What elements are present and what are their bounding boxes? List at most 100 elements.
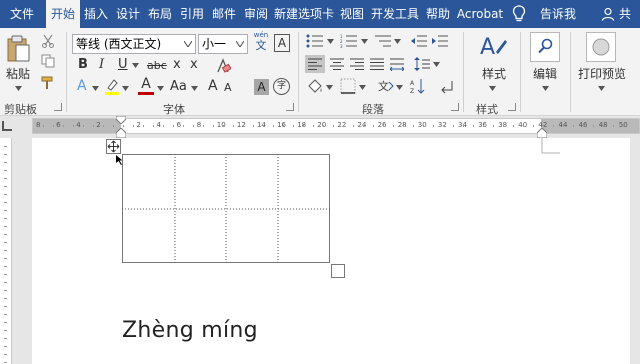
ruler-tick <box>563 125 564 127</box>
chevron-down-icon[interactable] <box>326 85 333 90</box>
character-shading-button[interactable]: A <box>254 79 269 95</box>
align-right-icon[interactable] <box>350 57 364 71</box>
cut-icon[interactable] <box>41 34 55 48</box>
tab-review[interactable]: 审阅 <box>240 0 272 28</box>
styles-button[interactable]: 样式 <box>482 66 506 82</box>
change-case-button[interactable]: Aa <box>170 79 187 95</box>
tab-selector[interactable] <box>2 121 12 131</box>
ruler-tick <box>4 354 7 355</box>
tab-insert[interactable]: 插入 <box>80 0 112 28</box>
tab-help[interactable]: 帮助 <box>422 0 454 28</box>
tab-file[interactable]: 文件 <box>2 0 42 28</box>
bold-button[interactable]: B <box>78 57 88 73</box>
justify-icon[interactable] <box>370 57 384 71</box>
tab-acrobat[interactable]: Acrobat <box>454 0 506 28</box>
document-text[interactable]: Zhèng míng <box>122 318 258 343</box>
styles-launcher[interactable] <box>508 103 516 111</box>
tab-home[interactable]: 开始 <box>46 0 80 28</box>
chevron-down-icon[interactable] <box>433 62 440 67</box>
underline-button[interactable]: U <box>118 57 128 73</box>
tab-new-tab[interactable]: 新建选项卡 <box>272 0 336 28</box>
ruler-number: 14 <box>257 121 266 129</box>
chevron-down-icon[interactable] <box>122 86 129 91</box>
numbering-icon[interactable]: 123 <box>340 34 358 48</box>
multilevel-list-icon[interactable] <box>374 34 392 48</box>
chevron-down-icon[interactable] <box>327 39 334 44</box>
clear-formatting-icon[interactable] <box>215 58 231 74</box>
share-button[interactable]: 共享 <box>619 0 640 49</box>
tab-references[interactable]: 引用 <box>176 0 208 28</box>
font-size-select[interactable]: 小一 <box>198 34 248 54</box>
chinese-layout-icon[interactable]: 文 <box>378 78 394 94</box>
tell-me-search[interactable]: 告诉我 <box>540 0 576 28</box>
table-resize-handle[interactable] <box>331 264 345 278</box>
vertical-ruler[interactable] <box>0 138 12 364</box>
decrease-indent-icon[interactable] <box>410 34 428 48</box>
paragraph-launcher[interactable] <box>451 103 459 111</box>
lightbulb-icon[interactable] <box>512 5 526 23</box>
ruler-tick <box>473 125 474 127</box>
line-spacing-icon[interactable] <box>414 57 430 71</box>
chevron-down-icon[interactable] <box>598 86 605 91</box>
document-table[interactable] <box>122 154 330 263</box>
paste-button[interactable]: 粘贴 <box>6 66 30 82</box>
ruler-number: 18 <box>297 121 307 129</box>
chevron-down-icon[interactable] <box>191 86 198 91</box>
first-line-indent-marker[interactable] <box>116 116 126 124</box>
character-border-button[interactable]: A <box>274 34 290 52</box>
styles-icon[interactable]: A <box>479 32 507 60</box>
table-move-handle-icon[interactable] <box>106 139 121 154</box>
distributed-icon[interactable] <box>390 57 404 71</box>
clipboard-launcher[interactable] <box>54 103 62 111</box>
chevron-down-icon[interactable] <box>394 39 401 44</box>
chevron-down-icon[interactable] <box>92 86 99 91</box>
hanging-indent-marker[interactable] <box>116 128 126 138</box>
highlight-icon[interactable] <box>104 78 120 96</box>
chevron-down-icon[interactable] <box>396 85 403 90</box>
shading-icon[interactable] <box>307 78 323 94</box>
ruler-tick <box>403 125 404 127</box>
chevron-down-icon[interactable] <box>359 85 366 90</box>
bullets-icon[interactable] <box>306 34 324 48</box>
subscript-button[interactable]: x <box>173 57 181 73</box>
tab-developer[interactable]: 开发工具 <box>368 0 422 28</box>
chevron-down-icon[interactable] <box>157 86 164 91</box>
ruler-tick <box>273 125 274 127</box>
font-color-button[interactable]: A <box>138 77 154 95</box>
svg-text:文: 文 <box>378 79 389 93</box>
enclose-characters-button[interactable]: 字 <box>273 78 290 95</box>
chevron-down-icon[interactable] <box>489 86 496 91</box>
italic-button[interactable]: I <box>99 57 104 73</box>
tab-design[interactable]: 设计 <box>112 0 144 28</box>
ruler-number: 2 <box>96 121 101 129</box>
ruler-tick <box>413 125 414 127</box>
strikethrough-button[interactable]: abc <box>147 58 167 74</box>
text-effects-button[interactable]: A <box>77 78 87 94</box>
sort-icon[interactable]: AZ <box>410 78 426 94</box>
grow-font-button[interactable]: A <box>208 78 218 94</box>
shrink-font-button[interactable]: A <box>224 80 232 96</box>
paste-icon[interactable] <box>6 34 32 64</box>
chevron-down-icon[interactable] <box>361 39 368 44</box>
phonetic-guide-button[interactable]: wén 文 <box>253 31 269 53</box>
font-name-select[interactable]: 等线 (西文正文) <box>72 34 196 54</box>
font-launcher[interactable] <box>286 103 294 111</box>
tab-mailings[interactable]: 邮件 <box>208 0 240 28</box>
align-center-icon[interactable] <box>330 57 344 71</box>
tab-layout[interactable]: 布局 <box>144 0 176 28</box>
chevron-down-icon[interactable] <box>132 63 139 68</box>
increase-indent-icon[interactable] <box>431 34 449 48</box>
right-indent-marker[interactable] <box>537 128 547 138</box>
ruler-number: 16 <box>277 121 287 129</box>
ruler-number: 20 <box>317 121 327 129</box>
chevron-down-icon[interactable] <box>542 86 549 91</box>
copy-icon[interactable] <box>41 54 55 68</box>
chevron-down-icon[interactable] <box>15 86 22 91</box>
format-painter-icon[interactable] <box>41 76 55 90</box>
borders-icon[interactable] <box>340 78 356 94</box>
tab-view[interactable]: 视图 <box>336 0 368 28</box>
clipboard-group-label: 剪贴板 <box>4 103 37 116</box>
show-marks-icon[interactable] <box>440 80 454 94</box>
superscript-button[interactable]: x <box>190 57 198 73</box>
ribbon-tab-bar: 文件 开始 插入 设计 布局 引用 邮件 审阅 新建选项卡 视图 开发工具 帮助… <box>0 0 640 49</box>
